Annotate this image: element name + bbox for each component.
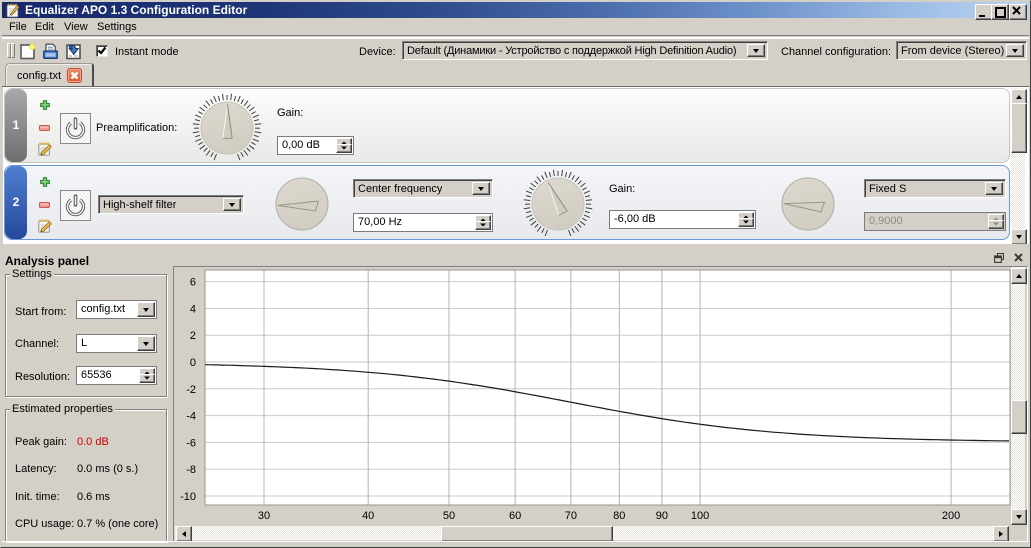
svg-text:-2: -2 <box>186 384 196 396</box>
svg-text:30: 30 <box>258 510 270 522</box>
svg-text:-8: -8 <box>186 464 196 476</box>
svg-text:100: 100 <box>691 510 709 522</box>
svg-text:90: 90 <box>656 510 668 522</box>
svg-text:-6: -6 <box>186 437 196 449</box>
svg-text:70: 70 <box>565 510 577 522</box>
svg-text:-10: -10 <box>180 491 196 503</box>
svg-text:60: 60 <box>509 510 521 522</box>
svg-text:200: 200 <box>942 510 960 522</box>
svg-text:80: 80 <box>613 510 625 522</box>
svg-text:2: 2 <box>190 330 196 342</box>
svg-text:4: 4 <box>190 303 196 315</box>
svg-text:0: 0 <box>190 357 196 369</box>
svg-text:-4: -4 <box>186 411 196 423</box>
svg-text:40: 40 <box>362 510 374 522</box>
svg-text:6: 6 <box>190 277 196 289</box>
svg-text:50: 50 <box>443 510 455 522</box>
